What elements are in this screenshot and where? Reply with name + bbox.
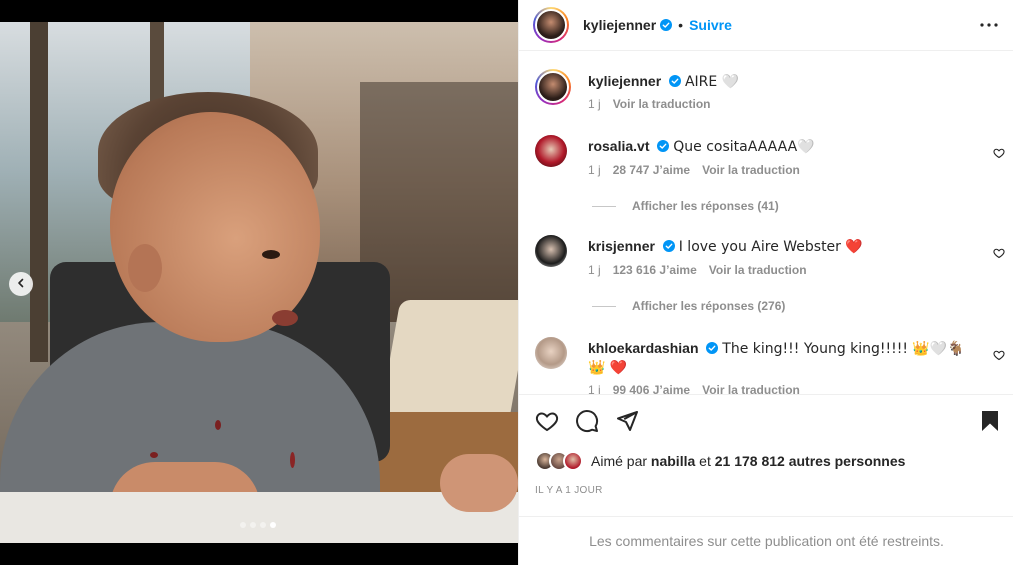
likes-count-link[interactable]: 21 178 812 autres personnes [715,453,906,469]
carousel-dot [250,522,256,528]
carousel-dot [240,522,246,528]
comment-likes-count[interactable]: 123 616 J’aime [613,263,697,277]
author-avatar[interactable] [533,7,569,43]
comment-button[interactable] [575,409,599,433]
comment-text-row: rosalia.vt Que cositaAAAAA🤍 [588,137,958,156]
comment-like-button[interactable] [993,348,1005,361]
carousel-indicator [240,522,276,528]
carousel-dot-active [270,522,276,528]
carousel-dot [260,522,266,528]
comment-meta: 1 j 28 747 J’aime Voir la traduction [588,163,800,177]
comments-list[interactable]: kyliejenner AIRE 🤍 1 j Voir la traductio… [519,52,1013,394]
liker-avatar [563,451,583,471]
instagram-post-view: kyliejenner • Suivre kyliejenner AIRE 🤍 [0,0,1013,565]
caption-text-row: kyliejenner AIRE 🤍 [588,72,958,91]
post-media[interactable] [0,0,518,565]
verified-badge-icon [669,75,682,87]
comment-username[interactable]: rosalia.vt [588,138,649,154]
verified-badge-icon [657,140,670,152]
comment-time[interactable]: 1 j [588,263,601,277]
comment-translate-link[interactable]: Voir la traduction [709,263,807,277]
heart-outline-icon [993,148,1005,159]
post-photo [0,22,518,543]
view-replies-label: Afficher les réponses (276) [632,299,786,313]
replies-divider [592,305,616,307]
caption-avatar[interactable] [535,69,571,105]
separator-bullet: • [678,17,684,33]
comment-time[interactable]: 1 j [588,163,601,177]
comment-translate-link[interactable]: Voir la traduction [702,163,800,177]
comment-meta: 1 j 99 406 J’aime Voir la traduction [588,383,800,394]
likes-connector: et [699,453,711,469]
likes-summary[interactable]: Aimé par nabilla et 21 178 812 autres pe… [535,451,905,471]
comments-restricted-notice: Les commentaires sur cette publication o… [519,516,1013,565]
verified-badge-icon [660,19,673,31]
caption-text: AIRE 🤍 [684,74,740,90]
like-button[interactable] [535,409,559,433]
caption-time[interactable]: 1 j [588,97,601,111]
comment-text-row: khloekardashian The king!!! Young king!!… [588,339,968,377]
comment-text-row: krisjenner I love you Aire Webster ❤️ [588,237,958,256]
caption-username[interactable]: kyliejenner [588,73,661,89]
view-replies-button[interactable]: Afficher les réponses (276) [592,299,785,313]
comment-bubble-icon [576,410,599,433]
comment-text: Que cositaAAAAA🤍 [673,139,815,155]
carousel-prev-button[interactable] [9,272,33,296]
likes-text: Aimé par nabilla et 21 178 812 autres pe… [591,453,905,469]
post-header: kyliejenner • Suivre [519,0,1013,51]
commenter-avatar[interactable] [535,235,567,267]
comment-like-button[interactable] [993,146,1005,159]
verified-badge-icon [706,342,719,354]
more-options-icon [980,23,998,27]
comment-likes-count[interactable]: 99 406 J’aime [613,383,690,394]
commenter-avatar[interactable] [535,337,567,369]
caption-meta: 1 j Voir la traduction [588,97,710,111]
more-options-button[interactable] [978,14,1000,36]
comment-time[interactable]: 1 j [588,383,601,394]
follow-button[interactable]: Suivre [689,17,732,33]
verified-badge-icon [662,240,675,252]
paper-plane-icon [617,411,638,431]
commenter-avatar[interactable] [535,135,567,167]
replies-divider [592,205,616,207]
comment-translate-link[interactable]: Voir la traduction [702,383,800,394]
post-actions: Aimé par nabilla et 21 178 812 autres pe… [519,394,1013,516]
likes-prefix: Aimé par [591,453,648,469]
comment-like-button[interactable] [993,246,1005,259]
post-sidebar: kyliejenner • Suivre kyliejenner AIRE 🤍 [518,0,1013,565]
author-username[interactable]: kyliejenner [583,17,656,33]
liker-username[interactable]: nabilla [651,453,695,469]
comment-username[interactable]: khloekardashian [588,340,699,356]
view-replies-label: Afficher les réponses (41) [632,199,779,213]
bookmark-filled-icon [982,411,998,431]
comment-text: I love you Aire Webster ❤️ [678,239,863,255]
heart-outline-icon [993,248,1005,259]
comment-username[interactable]: krisjenner [588,238,655,254]
share-button[interactable] [615,409,639,433]
heart-icon [535,412,559,432]
view-replies-button[interactable]: Afficher les réponses (41) [592,199,779,213]
post-timestamp[interactable]: IL Y A 1 JOUR [535,485,603,496]
comment-meta: 1 j 123 616 J’aime Voir la traduction [588,263,807,277]
save-button[interactable] [978,409,1002,433]
comment-likes-count[interactable]: 28 747 J’aime [613,163,690,177]
caption-translate-link[interactable]: Voir la traduction [613,97,711,111]
heart-outline-icon [993,350,1005,361]
chevron-left-icon [16,275,26,293]
